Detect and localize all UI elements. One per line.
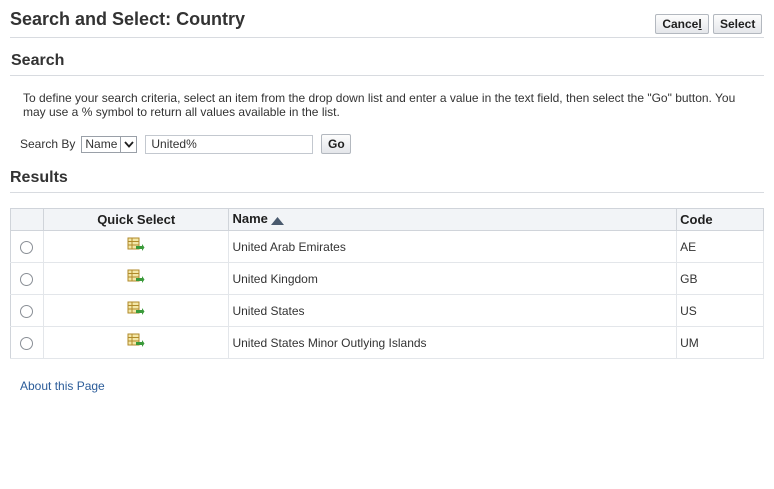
code-column-header: Code: [676, 208, 764, 231]
name-cell: United States Minor Outlying Islands: [228, 326, 678, 359]
row-select-cell: [10, 262, 44, 295]
select-button[interactable]: Select: [713, 14, 762, 34]
row-select-cell: [10, 294, 44, 327]
chevron-down-icon[interactable]: [120, 136, 136, 152]
about-page-link[interactable]: About this Page: [20, 379, 105, 393]
row-select-cell: [10, 326, 44, 359]
cancel-button[interactable]: Cancel: [655, 14, 709, 34]
quick-select-column-header: Quick Select: [43, 208, 230, 231]
page-title: Search and Select: Country: [10, 9, 246, 29]
quick-select-icon[interactable]: [127, 301, 145, 320]
row-radio[interactable]: [20, 304, 34, 318]
code-cell: UM: [676, 326, 764, 359]
name-cell: United Arab Emirates: [228, 230, 678, 263]
table-row: United Arab Emirates AE: [10, 230, 764, 263]
search-heading: Search: [10, 52, 764, 76]
name-cell: United Kingdom: [228, 262, 678, 295]
quick-select-cell: [43, 262, 230, 295]
table-row: United States US: [10, 294, 764, 327]
page: Search and Select: Country Cancel Select…: [0, 0, 774, 489]
results-heading: Results: [10, 169, 764, 193]
quick-select-icon[interactable]: [127, 237, 145, 256]
go-button[interactable]: Go: [321, 134, 352, 154]
name-cell: United States: [228, 294, 678, 327]
row-radio[interactable]: [20, 272, 34, 286]
search-by-label: Search By: [20, 137, 76, 151]
search-row: Search By Name Go: [20, 134, 352, 154]
table-header-row: Quick Select Name Code: [10, 208, 764, 231]
row-radio[interactable]: [20, 240, 34, 254]
row-select-cell: [10, 230, 44, 263]
row-radio[interactable]: [20, 336, 34, 350]
search-input[interactable]: [145, 134, 314, 154]
table-row: United States Minor Outlying Islands UM: [10, 326, 764, 359]
header-buttons: Cancel Select: [655, 14, 762, 34]
sort-ascending-icon[interactable]: [270, 213, 284, 228]
results-table: Quick Select Name Code United Arab Emira…: [10, 208, 764, 359]
quick-select-cell: [43, 230, 230, 263]
name-column-label: Name: [232, 211, 268, 227]
table-row: United Kingdom GB: [10, 262, 764, 295]
code-cell: GB: [676, 262, 764, 295]
code-cell: US: [676, 294, 764, 327]
select-column-header: [10, 208, 44, 231]
search-instructions: To define your search criteria, select a…: [23, 91, 736, 119]
search-by-value: Name: [85, 136, 118, 151]
quick-select-cell: [43, 294, 230, 327]
quick-select-icon[interactable]: [127, 333, 145, 352]
cancel-accelerator: l: [698, 17, 702, 31]
code-cell: AE: [676, 230, 764, 263]
header: Search and Select: Country Cancel Select: [10, 0, 764, 38]
quick-select-icon[interactable]: [127, 269, 145, 288]
cancel-label: Cance: [662, 17, 699, 31]
quick-select-cell: [43, 326, 230, 359]
search-by-select[interactable]: Name: [81, 135, 138, 153]
name-column-header[interactable]: Name: [228, 208, 678, 231]
